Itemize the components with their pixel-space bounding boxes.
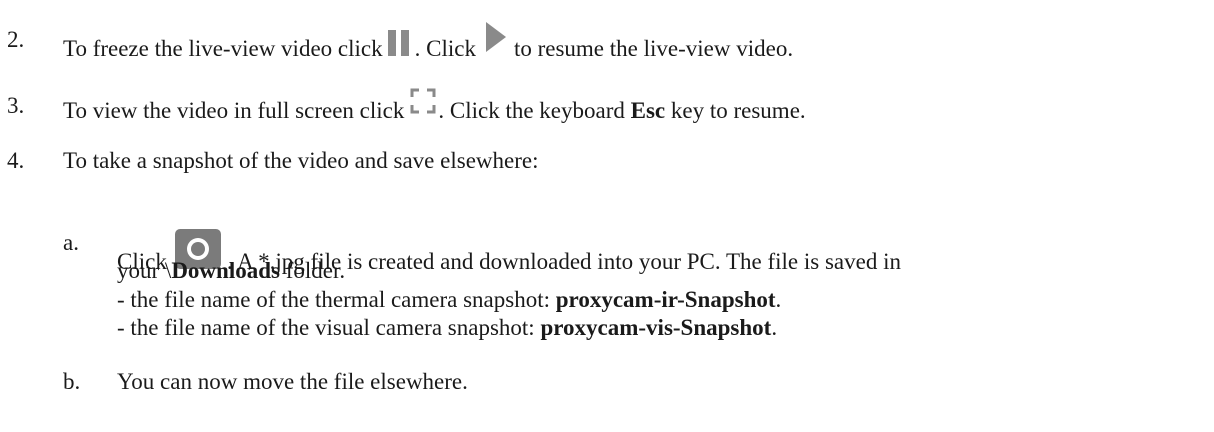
ir-filename-label: - the file name of the thermal camera sn…	[117, 287, 550, 312]
item-3-text-a: To view the video in full screen click	[63, 98, 405, 123]
play-icon	[485, 22, 506, 52]
item-b-text: You can now move the file elsewhere.	[117, 369, 468, 394]
item-2-text-b: . Click	[414, 36, 476, 61]
list-item-2: To freeze the live-view video click . Cli…	[63, 22, 794, 63]
item-3-text-b: . Click the keyboard	[438, 98, 625, 123]
item-2-text-c: to resume the live-view video.	[513, 36, 794, 61]
item-a-text-d: folder.	[285, 258, 346, 283]
list-number-2: 2.	[7, 27, 25, 52]
item-2-text-a: To freeze the live-view video click	[63, 36, 383, 61]
vis-filename: proxycam-vis-Snapshot	[540, 315, 772, 340]
item-a-downloads: Downloads	[171, 258, 280, 283]
ir-filename-period: .	[775, 287, 782, 312]
sublist-item-a-line-ir: - the file name of the thermal camera sn…	[117, 286, 781, 314]
list-number-4: 4.	[7, 148, 25, 173]
item-4-text: To take a snapshot of the video and save…	[63, 148, 539, 173]
item-3-esc-key: Esc	[630, 98, 666, 123]
list-item-4: To take a snapshot of the video and save…	[63, 147, 538, 175]
list-number-3: 3.	[7, 93, 25, 118]
sublist-letter-a: a.	[63, 230, 79, 255]
item-a-text-c: your \	[117, 258, 172, 283]
pause-icon	[387, 30, 411, 56]
sublist-item-b: You can now move the file elsewhere.	[117, 368, 468, 396]
vis-filename-label: - the file name of the visual camera sna…	[117, 315, 535, 340]
sublist-item-a-line-vis: - the file name of the visual camera sna…	[117, 314, 777, 342]
fullscreen-icon	[410, 88, 436, 114]
sublist-item-a-line-2: your \Downloads folder.	[117, 257, 345, 285]
list-item-3: To view the video in full screen click .…	[63, 88, 806, 125]
ir-filename: proxycam-ir-Snapshot	[555, 287, 776, 312]
sublist-letter-b: b.	[63, 369, 81, 394]
item-3-text-c: key to resume.	[670, 98, 806, 123]
vis-filename-period: .	[771, 315, 778, 340]
